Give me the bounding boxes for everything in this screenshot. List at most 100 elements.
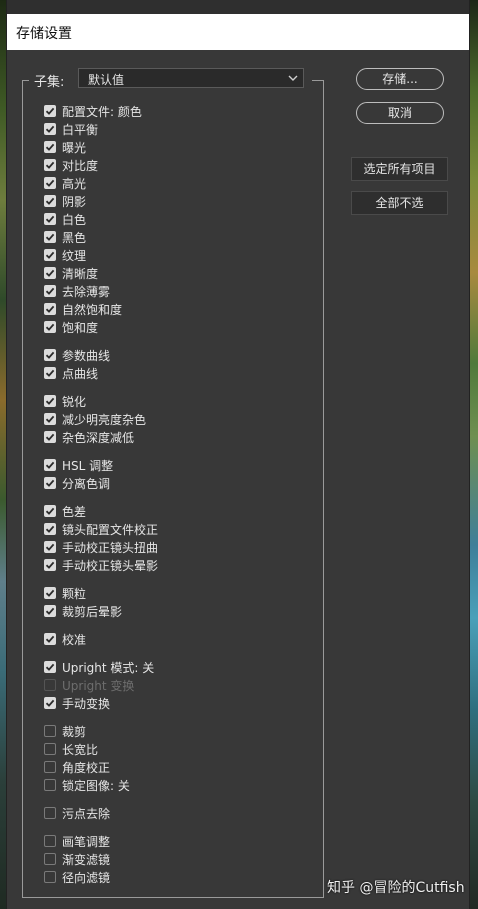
subset-selected-value: 默认值 bbox=[88, 73, 125, 87]
option-label: 锐化 bbox=[62, 394, 87, 409]
deselect-all-button[interactable]: 全部不选 bbox=[351, 191, 448, 215]
option-label: 黑色 bbox=[62, 230, 87, 245]
option-checkbox[interactable]: 长宽比 bbox=[44, 741, 98, 757]
option-label: 纹理 bbox=[62, 248, 87, 263]
option-checkbox[interactable]: 纹理 bbox=[44, 247, 86, 263]
option-checkbox[interactable]: 参数曲线 bbox=[44, 347, 110, 363]
option-label: 径向滤镜 bbox=[62, 870, 111, 885]
checkbox-unchecked-icon bbox=[44, 835, 56, 847]
option-label: 手动变换 bbox=[62, 696, 111, 711]
option-checkbox[interactable]: 裁剪后晕影 bbox=[44, 603, 122, 619]
subset-label: 子集: bbox=[34, 75, 65, 90]
checkbox-checked-icon bbox=[44, 477, 56, 489]
checkbox-checked-icon bbox=[44, 213, 56, 225]
option-label: 对比度 bbox=[62, 158, 99, 173]
option-label: 清晰度 bbox=[62, 266, 99, 281]
option-checkbox[interactable]: 减少明亮度杂色 bbox=[44, 411, 146, 427]
option-checkbox[interactable]: 饱和度 bbox=[44, 319, 98, 335]
subset-dropdown[interactable]: 默认值 bbox=[78, 68, 304, 88]
option-label: 白平衡 bbox=[62, 122, 99, 137]
checkbox-checked-icon bbox=[44, 177, 56, 189]
option-checkbox[interactable]: 手动校正镜头扭曲 bbox=[44, 539, 158, 555]
option-checkbox[interactable]: 裁剪 bbox=[44, 723, 86, 739]
option-label: 曝光 bbox=[62, 140, 87, 155]
option-checkbox[interactable]: 分离色调 bbox=[44, 475, 110, 491]
checkbox-checked-icon bbox=[44, 195, 56, 207]
checkbox-checked-icon bbox=[44, 123, 56, 135]
option-checkbox[interactable]: 污点去除 bbox=[44, 805, 110, 821]
dialog-top-strip bbox=[7, 0, 469, 14]
option-checkbox[interactable]: 杂色深度减低 bbox=[44, 429, 134, 445]
option-checkbox[interactable]: 黑色 bbox=[44, 229, 86, 245]
option-label: 镜头配置文件校正 bbox=[62, 522, 159, 537]
option-checkbox[interactable]: 对比度 bbox=[44, 157, 98, 173]
checkbox-checked-icon bbox=[44, 459, 56, 471]
checkbox-checked-icon bbox=[44, 159, 56, 171]
option-checkbox[interactable]: HSL 调整 bbox=[44, 457, 113, 473]
option-checkbox[interactable]: 锐化 bbox=[44, 393, 86, 409]
option-checkbox[interactable]: 手动校正镜头晕影 bbox=[44, 557, 158, 573]
checkbox-unchecked-icon bbox=[44, 779, 56, 791]
option-checkbox[interactable]: 锁定图像: 关 bbox=[44, 777, 130, 793]
option-checkbox[interactable]: 曝光 bbox=[44, 139, 86, 155]
option-checkbox[interactable]: 径向滤镜 bbox=[44, 869, 110, 885]
checkbox-checked-icon bbox=[44, 587, 56, 599]
option-checkbox[interactable]: 白平衡 bbox=[44, 121, 98, 137]
option-checkbox[interactable]: 颗粒 bbox=[44, 585, 86, 601]
option-checkbox[interactable]: Upright 模式: 关 bbox=[44, 659, 154, 675]
option-checkbox[interactable]: 点曲线 bbox=[44, 365, 98, 381]
option-checkbox[interactable]: 配置文件: 颜色 bbox=[44, 103, 142, 119]
option-checkbox[interactable]: 画笔调整 bbox=[44, 833, 110, 849]
checkbox-checked-icon bbox=[44, 231, 56, 243]
option-label: 画笔调整 bbox=[62, 834, 111, 849]
option-checkbox[interactable]: 清晰度 bbox=[44, 265, 98, 281]
option-checkbox: Upright 变换 bbox=[44, 677, 134, 693]
option-checkbox[interactable]: 阴影 bbox=[44, 193, 86, 209]
option-checkbox[interactable]: 色差 bbox=[44, 503, 86, 519]
option-label: 裁剪后晕影 bbox=[62, 604, 123, 619]
option-checkbox[interactable]: 手动变换 bbox=[44, 695, 110, 711]
checkbox-unchecked-icon bbox=[44, 853, 56, 865]
checkbox-checked-icon bbox=[44, 249, 56, 261]
option-label: 点曲线 bbox=[62, 366, 99, 381]
option-checkbox[interactable]: 校准 bbox=[44, 631, 86, 647]
option-checkbox[interactable]: 镜头配置文件校正 bbox=[44, 521, 158, 537]
checkbox-checked-icon bbox=[44, 105, 56, 117]
option-checkbox[interactable]: 去除薄雾 bbox=[44, 283, 110, 299]
option-label: 污点去除 bbox=[62, 806, 111, 821]
checkbox-checked-icon bbox=[44, 523, 56, 535]
option-checkbox[interactable]: 自然饱和度 bbox=[44, 301, 122, 317]
checkbox-checked-icon bbox=[44, 267, 56, 279]
option-label: 锁定图像: 关 bbox=[62, 778, 130, 793]
chevron-down-icon bbox=[288, 75, 298, 81]
option-checkbox[interactable]: 白色 bbox=[44, 211, 86, 227]
cancel-button[interactable]: 取消 bbox=[356, 102, 444, 124]
checkbox-unchecked-icon bbox=[44, 807, 56, 819]
save-button[interactable]: 存储... bbox=[356, 68, 444, 90]
checkbox-unchecked-icon bbox=[44, 679, 56, 691]
option-label: 减少明亮度杂色 bbox=[62, 412, 147, 427]
option-checkbox[interactable]: 高光 bbox=[44, 175, 86, 191]
select-all-button[interactable]: 选定所有项目 bbox=[351, 157, 448, 181]
checkbox-checked-icon bbox=[44, 303, 56, 315]
option-checkbox[interactable]: 渐变滤镜 bbox=[44, 851, 110, 867]
checkbox-checked-icon bbox=[44, 395, 56, 407]
option-checkbox[interactable]: 角度校正 bbox=[44, 759, 110, 775]
checkbox-checked-icon bbox=[44, 541, 56, 553]
option-label: 校准 bbox=[62, 632, 87, 647]
option-label: 白色 bbox=[62, 212, 87, 227]
option-label: 手动校正镜头晕影 bbox=[62, 558, 159, 573]
option-label: 颗粒 bbox=[62, 586, 87, 601]
save-settings-dialog: 存储设置 子集: 默认值 存储... 取消 选定所有项目 全部不选 配置文件: … bbox=[6, 0, 470, 909]
checkbox-checked-icon bbox=[44, 141, 56, 153]
option-label: 手动校正镜头扭曲 bbox=[62, 540, 159, 555]
option-label: 饱和度 bbox=[62, 320, 99, 335]
option-label: 长宽比 bbox=[62, 742, 99, 757]
option-label: 高光 bbox=[62, 176, 87, 191]
checkbox-checked-icon bbox=[44, 367, 56, 379]
option-label: 分离色调 bbox=[62, 476, 111, 491]
checkbox-unchecked-icon bbox=[44, 743, 56, 755]
option-label: Upright 变换 bbox=[62, 678, 135, 693]
option-label: 阴影 bbox=[62, 194, 87, 209]
option-label: 杂色深度减低 bbox=[62, 430, 135, 445]
